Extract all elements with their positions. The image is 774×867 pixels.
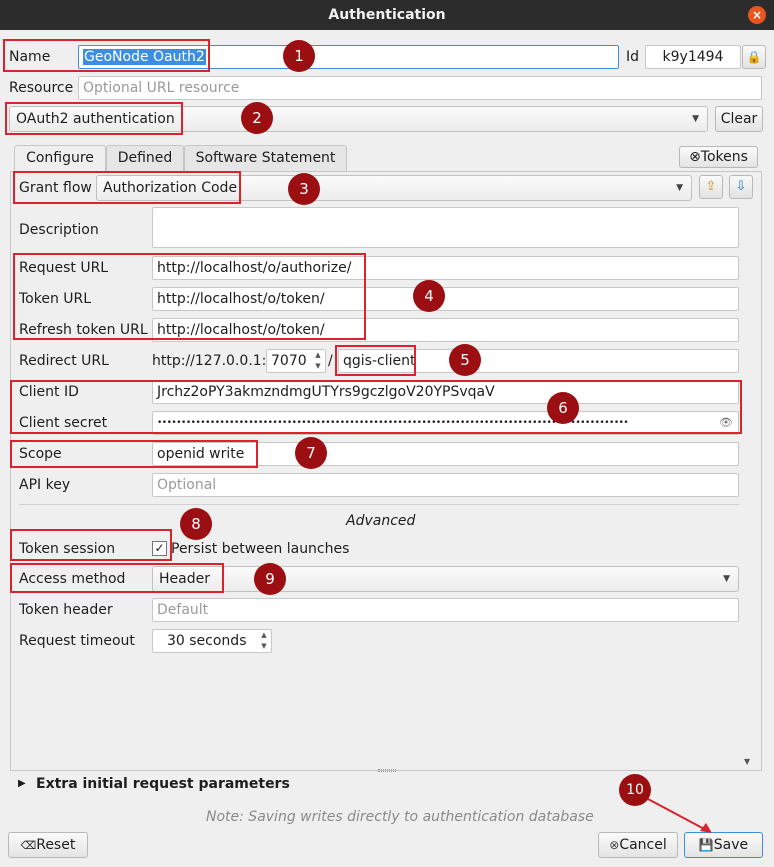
token-header-label: Token header: [19, 602, 113, 618]
reset-button[interactable]: ⌫Reset: [8, 832, 88, 858]
auth-method-select[interactable]: OAuth2 authentication ▼: [9, 106, 708, 132]
advanced-heading: Advanced: [346, 513, 416, 529]
scroll-down-icon[interactable]: ▼: [744, 757, 750, 766]
client-secret-label: Client secret: [19, 415, 108, 431]
tab-software-statement[interactable]: Software Statement: [184, 145, 347, 171]
name-label: Name: [9, 49, 51, 65]
request-url-label: Request URL: [19, 260, 109, 276]
token-header-input[interactable]: Default: [152, 598, 739, 622]
save-note: Note: Saving writes directly to authenti…: [206, 809, 594, 825]
save-icon: 💾: [698, 838, 714, 852]
scope-input[interactable]: openid write: [152, 442, 739, 466]
token-session-label: Token session: [19, 541, 116, 557]
request-timeout-value: 30 seconds: [167, 633, 247, 649]
refresh-url-label: Refresh token URL: [19, 322, 148, 338]
api-key-placeholder: Optional: [157, 477, 217, 493]
annotation-badge-8: 8: [180, 508, 212, 540]
grant-flow-select[interactable]: Authorization Code ▼: [96, 175, 692, 201]
redirect-port-value: 7070: [271, 353, 307, 369]
chevron-down-icon: ▼: [692, 114, 699, 124]
redirect-port-stepper[interactable]: 7070 ▲ ▼: [266, 349, 326, 373]
request-timeout-label: Request timeout: [19, 633, 135, 649]
annotation-badge-9: 9: [254, 563, 286, 595]
access-method-label: Access method: [19, 571, 126, 587]
id-field: k9y1494: [645, 45, 741, 69]
token-header-placeholder: Default: [157, 602, 209, 618]
request-url-input[interactable]: http://localhost/o/authorize/: [152, 256, 739, 280]
resource-label: Resource: [9, 80, 74, 96]
name-value: GeoNode Oauth2: [83, 49, 206, 65]
tokens-button[interactable]: ⊗Tokens: [679, 146, 758, 168]
expand-arrow-icon[interactable]: ▶: [18, 778, 26, 789]
spin-up-icon[interactable]: ▲: [312, 350, 324, 361]
reset-icon: ⌫: [20, 839, 37, 852]
persist-checkbox[interactable]: ✓: [152, 541, 167, 556]
redirect-host: http://127.0.0.1:: [152, 353, 267, 369]
redirect-path-input[interactable]: qgis-client: [338, 349, 739, 373]
vertical-scrollbar[interactable]: ▲ ▼: [741, 177, 755, 769]
advanced-divider: [19, 504, 739, 505]
resource-placeholder: Optional URL resource: [83, 80, 240, 96]
annotation-badge-4: 4: [413, 280, 445, 312]
close-icon[interactable]: ×: [748, 6, 766, 24]
auth-method-value: OAuth2 authentication: [16, 111, 175, 127]
lock-icon[interactable]: 🔒: [742, 45, 766, 69]
splitter-handle[interactable]: [378, 769, 396, 772]
token-url-input[interactable]: http://localhost/o/token/: [152, 287, 739, 311]
spin-down-icon[interactable]: ▼: [258, 641, 270, 652]
chevron-down-icon: ▼: [723, 574, 730, 584]
extra-params-label[interactable]: Extra initial request parameters: [36, 776, 290, 792]
scope-label: Scope: [19, 446, 62, 462]
resource-input[interactable]: Optional URL resource: [78, 76, 762, 100]
grant-flow-label: Grant flow: [19, 180, 92, 196]
annotation-badge-5: 5: [449, 344, 481, 376]
annotation-arrow: [647, 798, 712, 833]
redirect-url-label: Redirect URL: [19, 353, 109, 369]
persist-label: Persist between launches: [171, 541, 350, 557]
tab-configure[interactable]: Configure: [14, 145, 106, 172]
eye-icon[interactable]: 👁: [719, 412, 733, 434]
grant-flow-value: Authorization Code: [103, 180, 238, 196]
clear-button[interactable]: Clear: [715, 106, 763, 132]
annotation-badge-6: 6: [547, 392, 579, 424]
request-timeout-stepper[interactable]: 30 seconds ▲ ▼: [152, 629, 272, 653]
access-method-select[interactable]: Header ▼: [152, 566, 739, 592]
api-key-input[interactable]: Optional: [152, 473, 739, 497]
annotation-badge-1: 1: [283, 40, 315, 72]
tokens-label: Tokens: [700, 149, 748, 165]
client-id-input[interactable]: Jrchz2oPY3akmzndmgUTYrs9gczlgoV20YPSvqaV: [152, 380, 739, 404]
chevron-down-icon: ▼: [676, 183, 683, 193]
name-input[interactable]: GeoNode Oauth2: [78, 45, 619, 69]
token-url-label: Token URL: [19, 291, 92, 307]
window-title: Authentication: [328, 7, 446, 23]
api-key-label: API key: [19, 477, 71, 493]
redirect-slash: /: [328, 353, 333, 369]
refresh-url-input[interactable]: http://localhost/o/token/: [152, 318, 739, 342]
window-title-bar: Authentication: [0, 0, 774, 30]
client-id-label: Client ID: [19, 384, 79, 400]
description-label: Description: [19, 222, 99, 238]
access-method-value: Header: [159, 571, 210, 587]
description-input[interactable]: [152, 207, 739, 248]
client-secret-input[interactable]: ••••••••••••••••••••••••••••••••••••••••…: [152, 411, 739, 435]
id-label: Id: [626, 49, 640, 65]
tokens-icon: ⊗: [689, 149, 701, 165]
spin-down-icon[interactable]: ▼: [312, 361, 324, 372]
annotation-badge-3: 3: [288, 173, 320, 205]
spin-up-icon[interactable]: ▲: [258, 630, 270, 641]
reset-label: Reset: [36, 837, 76, 853]
import-icon[interactable]: ⇪: [699, 175, 723, 199]
annotation-badge-7: 7: [295, 437, 327, 469]
cancel-icon: ⊗: [609, 838, 620, 852]
annotation-badge-2: 2: [241, 102, 273, 134]
export-icon[interactable]: ⇩: [729, 175, 753, 199]
tab-defined[interactable]: Defined: [106, 145, 184, 171]
